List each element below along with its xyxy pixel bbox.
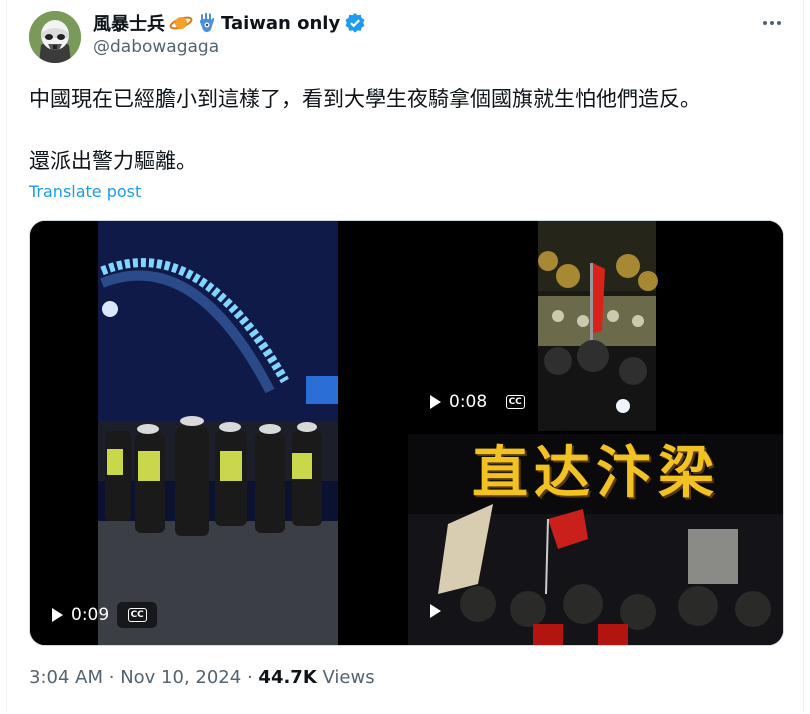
media-grid: 0:09 CC 0:08 CC 直达汴梁 bbox=[29, 220, 784, 646]
post-time[interactable]: 3:04 AM bbox=[29, 667, 103, 688]
avatar[interactable] bbox=[29, 11, 81, 63]
translate-post-link[interactable]: Translate post bbox=[29, 182, 141, 201]
post-text-line1: 中國現在已經膽小到這樣了，看到大學生夜騎拿個國旗就生怕他們造反。 bbox=[29, 87, 701, 111]
video-3-overlay-title: 直达汴梁 bbox=[472, 440, 720, 506]
verified-badge-icon bbox=[344, 12, 366, 34]
author-name-suffix[interactable]: Taiwan only bbox=[221, 13, 340, 34]
stormtrooper-avatar-image bbox=[29, 11, 81, 63]
more-icon[interactable] bbox=[760, 13, 784, 33]
video-1-thumbnail bbox=[30, 221, 405, 645]
views-count: 44.7K bbox=[258, 667, 317, 688]
meta-separator: · bbox=[108, 667, 115, 688]
play-icon[interactable] bbox=[52, 608, 63, 622]
video-2-controls: 0:08 CC bbox=[430, 389, 536, 415]
play-icon[interactable] bbox=[430, 604, 441, 618]
video-1-duration: 0:09 bbox=[71, 605, 110, 625]
saturn-emoji-icon bbox=[169, 13, 193, 33]
play-icon[interactable] bbox=[430, 395, 441, 409]
video-1[interactable]: 0:09 CC bbox=[30, 221, 405, 645]
views-label: Views bbox=[322, 667, 375, 688]
video-3-controls bbox=[430, 604, 441, 618]
author-handle[interactable]: @dabowagaga bbox=[93, 37, 219, 57]
closed-captions-icon[interactable]: CC bbox=[495, 389, 536, 415]
hamsa-emoji-icon bbox=[197, 12, 217, 34]
meta-separator: · bbox=[246, 667, 253, 688]
author-display-name[interactable]: 風暴士兵 bbox=[93, 10, 165, 36]
video-2-duration: 0:08 bbox=[449, 392, 488, 412]
video-1-controls: 0:09 CC bbox=[52, 602, 158, 628]
post-date[interactable]: Nov 10, 2024 bbox=[120, 667, 241, 688]
video-3[interactable]: 直达汴梁 bbox=[408, 434, 783, 645]
post-meta: 3:04 AM · Nov 10, 2024 · 44.7K Views bbox=[29, 667, 375, 688]
author-name-row[interactable]: 風暴士兵 Taiwan only bbox=[93, 11, 366, 35]
video-2[interactable]: 0:08 CC bbox=[408, 221, 783, 431]
post-text-line2: 還派出警力驅離。 bbox=[29, 149, 197, 173]
closed-captions-icon[interactable]: CC bbox=[117, 602, 158, 628]
